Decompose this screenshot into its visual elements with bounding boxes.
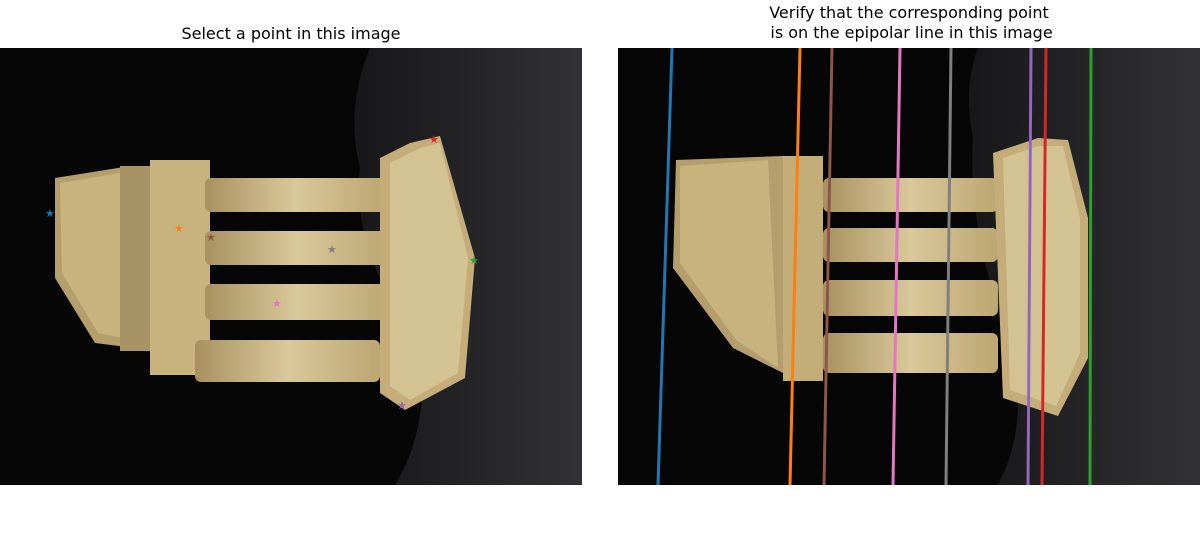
epipolar-line-green (1088, 48, 1093, 485)
right-image-title: Verify that the corresponding point is o… (769, 3, 1053, 42)
marker-orange-icon[interactable]: ★ (174, 222, 184, 235)
marker-blue-icon[interactable]: ★ (45, 207, 55, 220)
right-temple-photo (618, 48, 1200, 485)
marker-pink-icon[interactable]: ★ (272, 297, 282, 310)
left-image-panel[interactable]: ★ ★ ★ ★ ★ ★ ★ ★ (0, 48, 582, 485)
marker-gray-icon[interactable]: ★ (327, 243, 337, 256)
marker-purple-icon[interactable]: ★ (397, 399, 407, 412)
left-temple-photo[interactable]: ★ ★ ★ ★ ★ ★ ★ ★ (0, 48, 582, 485)
marker-red-icon[interactable]: ★ (429, 133, 439, 146)
left-image-title: Select a point in this image (181, 24, 401, 43)
marker-brown-icon[interactable]: ★ (206, 231, 216, 244)
marker-green-icon[interactable]: ★ (469, 254, 479, 267)
right-image-panel (618, 48, 1200, 485)
